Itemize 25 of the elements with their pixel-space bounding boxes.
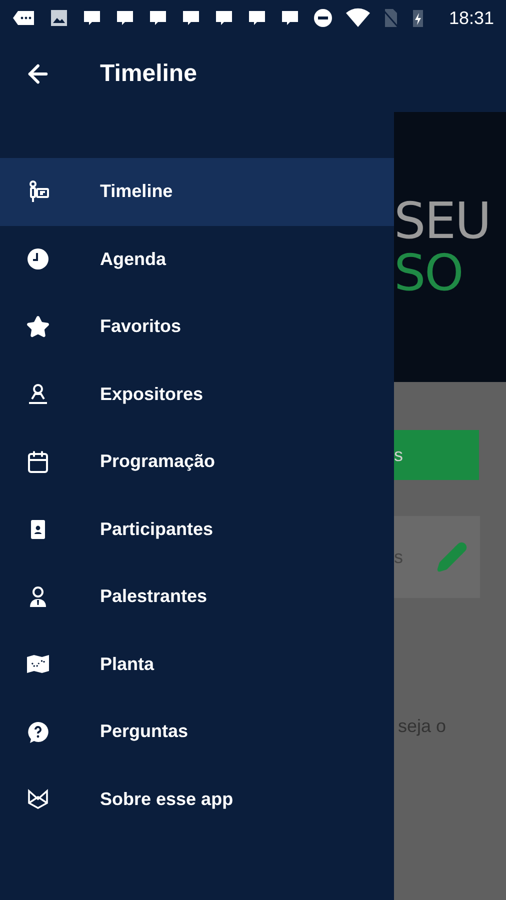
message-notification-icon [214,8,234,28]
banner-text: SEU [394,195,492,247]
message-notification-icon [247,8,267,28]
battery-charging-icon [412,8,424,28]
banner-text: SO [394,247,464,299]
message-notification-icon [148,8,168,28]
question-bubble-icon [26,720,50,744]
message-notification-icon [115,8,135,28]
calendar-icon [26,450,50,474]
more-notifications-icon [12,8,36,28]
image-notification-icon [49,8,69,28]
message-notification-icon [82,8,102,28]
do-not-disturb-icon [313,8,333,28]
wifi-icon [346,8,370,28]
message-notification-icon [280,8,300,28]
message-notification-icon [181,8,201,28]
logo-icon [26,787,50,812]
pencil-icon [436,541,468,573]
clock-time: 18:31 [448,6,494,30]
person-stamp-icon [26,382,50,406]
no-sim-icon [383,8,399,28]
clock-icon [26,247,50,272]
star-icon [26,314,50,339]
drawer-title: Timeline [100,59,197,89]
drawer-item[interactable]: Timeline [0,158,394,226]
